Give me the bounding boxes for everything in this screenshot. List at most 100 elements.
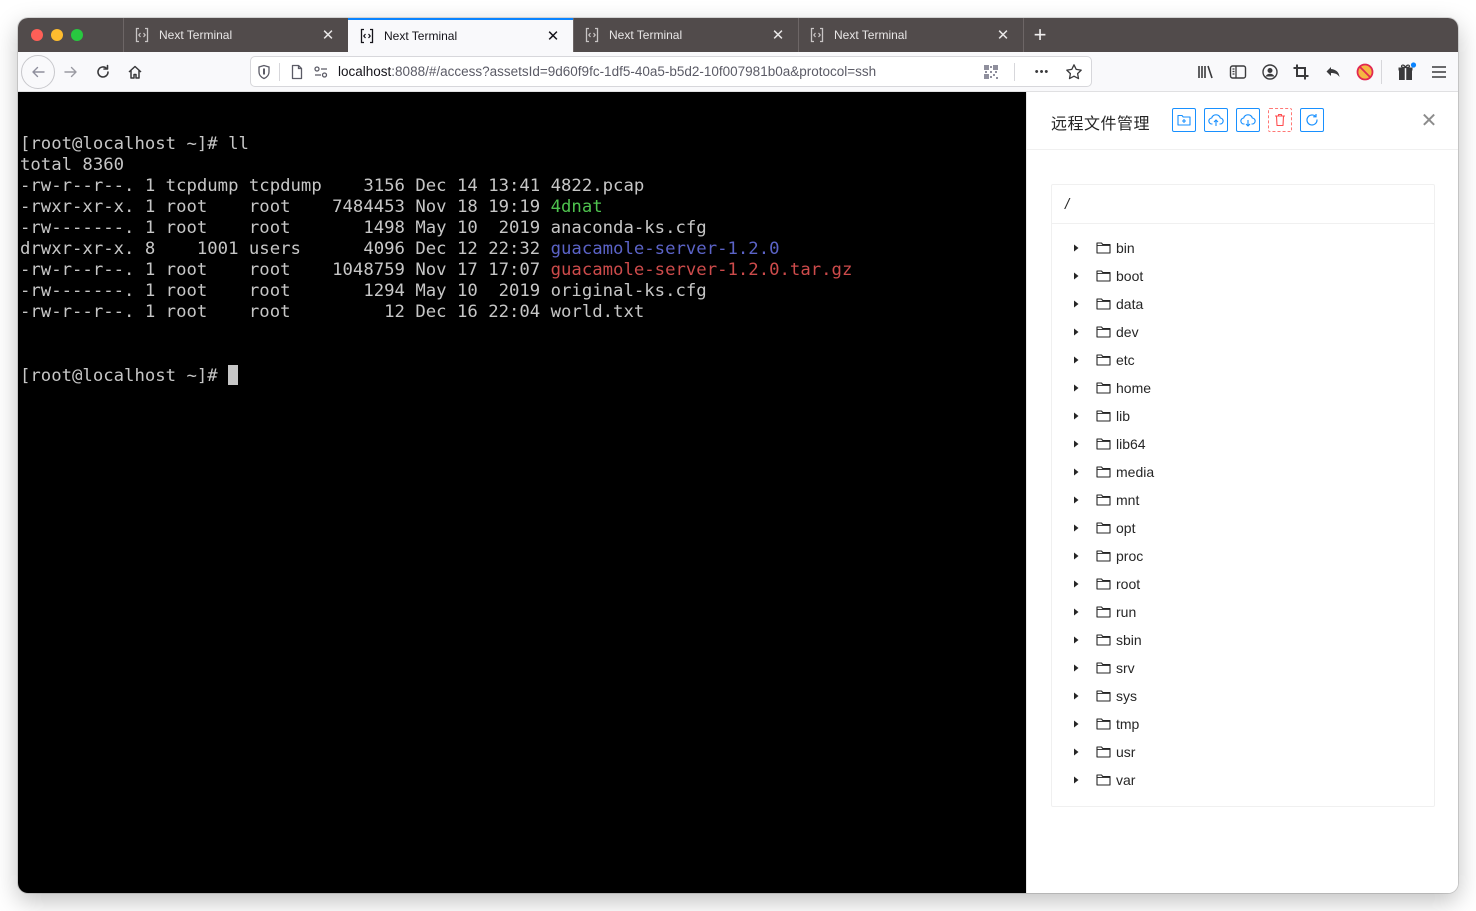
tab-close-button[interactable]: ✕	[768, 25, 788, 45]
folder-tree-node[interactable]: sys	[1052, 682, 1434, 710]
folder-tree-node[interactable]: home	[1052, 374, 1434, 402]
library-icon[interactable]	[1195, 61, 1217, 83]
tab-close-button[interactable]: ✕	[318, 25, 338, 45]
tab-title: Next Terminal	[609, 28, 683, 42]
whats-new-gift-icon[interactable]	[1396, 61, 1418, 83]
caret-right-icon[interactable]	[1064, 776, 1088, 784]
url-text[interactable]: localhost:8088/#/access?assetsId=9d60f9f…	[338, 64, 978, 79]
folder-tree-node[interactable]: sbin	[1052, 626, 1434, 654]
back-button[interactable]	[21, 55, 55, 89]
qr-code-icon[interactable]	[980, 61, 1002, 83]
folder-tree-node[interactable]: mnt	[1052, 486, 1434, 514]
caret-right-icon[interactable]	[1064, 720, 1088, 728]
folder-tree-node[interactable]: usr	[1052, 738, 1434, 766]
folder-tree-node[interactable]: lib	[1052, 402, 1434, 430]
folder-name: bin	[1116, 240, 1135, 256]
browser-tab[interactable]: Next Terminal ✕	[573, 18, 798, 52]
url-bar[interactable]: localhost:8088/#/access?assetsId=9d60f9f…	[250, 56, 1092, 87]
window-zoom-button[interactable]	[71, 29, 83, 41]
folder-tree-node[interactable]: bin	[1052, 234, 1434, 262]
folder-tree-node[interactable]: run	[1052, 598, 1434, 626]
folder-icon	[1096, 661, 1112, 675]
forward-button[interactable]	[55, 56, 87, 88]
reload-button[interactable]	[87, 56, 119, 88]
window-minimize-button[interactable]	[51, 29, 63, 41]
caret-right-icon[interactable]	[1064, 636, 1088, 644]
caret-right-icon[interactable]	[1064, 384, 1088, 392]
folder-tree-node[interactable]: proc	[1052, 542, 1434, 570]
page-actions-button[interactable]: •••	[1029, 61, 1055, 83]
caret-right-icon[interactable]	[1064, 272, 1088, 280]
folder-icon	[1096, 577, 1112, 591]
browser-tab[interactable]: Next Terminal ✕	[798, 18, 1023, 52]
folder-tree-node[interactable]: media	[1052, 458, 1434, 486]
terminal-favicon-icon	[585, 27, 599, 43]
folder-tree-node[interactable]: root	[1052, 570, 1434, 598]
caret-right-icon[interactable]	[1064, 496, 1088, 504]
browser-window: Next Terminal ✕ Next Terminal ✕ Next Termina…	[18, 18, 1458, 893]
folder-add-icon	[1177, 114, 1191, 126]
drawer-close-button[interactable]: ✕	[1418, 109, 1440, 132]
caret-right-icon[interactable]	[1064, 356, 1088, 364]
file-tree-card: / bin boot data dev etc home lib lib64 media mnt o…	[1051, 184, 1435, 807]
caret-right-icon[interactable]	[1064, 244, 1088, 252]
folder-tree-node[interactable]: lib64	[1052, 430, 1434, 458]
download-button[interactable]	[1236, 108, 1260, 132]
caret-right-icon[interactable]	[1064, 468, 1088, 476]
tab-close-button[interactable]: ✕	[543, 26, 563, 46]
url-path: :8088/#/access?assetsId=9d60f9fc-1df5-40…	[391, 64, 877, 79]
caret-right-icon[interactable]	[1064, 412, 1088, 420]
folder-icon	[1096, 269, 1112, 283]
browser-tab[interactable]: Next Terminal ✕	[348, 18, 573, 52]
terminal[interactable]: [root@localhost ~]# ll total 8360 -rw-r--r…	[18, 92, 1026, 893]
folder-tree-node[interactable]: boot	[1052, 262, 1434, 290]
arrow-left-icon	[32, 66, 45, 78]
folder-tree-node[interactable]: srv	[1052, 654, 1434, 682]
new-folder-button[interactable]	[1172, 108, 1196, 132]
terminal-text: -rw-------. 1 root root 1294 May 10 2019	[20, 281, 551, 301]
caret-right-icon[interactable]	[1064, 300, 1088, 308]
new-tab-button[interactable]: +	[1023, 18, 1057, 52]
folder-tree-node[interactable]: data	[1052, 290, 1434, 318]
terminal-line: [root@localhost ~]# ll	[20, 134, 1026, 155]
terminal-line: -rw-------. 1 root root 1294 May 10 2019…	[20, 281, 1026, 302]
window-close-button[interactable]	[31, 29, 43, 41]
caret-right-icon[interactable]	[1064, 748, 1088, 756]
caret-right-icon[interactable]	[1064, 440, 1088, 448]
home-button[interactable]	[119, 56, 151, 88]
caret-right-icon[interactable]	[1064, 692, 1088, 700]
tab-separator	[573, 18, 574, 52]
folder-tree-node[interactable]: opt	[1052, 514, 1434, 542]
browser-tab[interactable]: Next Terminal ✕	[123, 18, 348, 52]
tab-close-button[interactable]: ✕	[993, 25, 1013, 45]
upload-button[interactable]	[1204, 108, 1228, 132]
folder-tree-node[interactable]: var	[1052, 766, 1434, 794]
caret-right-icon[interactable]	[1064, 664, 1088, 672]
bookmark-star-icon[interactable]	[1063, 61, 1085, 83]
folder-icon	[1096, 521, 1112, 535]
caret-right-icon[interactable]	[1064, 328, 1088, 336]
page-info-icon[interactable]	[286, 61, 308, 83]
folder-tree-node[interactable]: etc	[1052, 346, 1434, 374]
caret-right-icon[interactable]	[1064, 608, 1088, 616]
terminal-text: -rwxr-xr-x. 1 root root 7484453 Nov 18 1…	[20, 197, 551, 217]
account-icon[interactable]	[1259, 61, 1281, 83]
undo-arrow-icon[interactable]	[1322, 61, 1344, 83]
folder-tree-node[interactable]: tmp	[1052, 710, 1434, 738]
permissions-icon[interactable]	[310, 61, 332, 83]
refresh-button[interactable]	[1300, 108, 1324, 132]
terminal-line: -rw-------. 1 root root 1498 May 10 2019…	[20, 218, 1026, 239]
caret-right-icon[interactable]	[1064, 580, 1088, 588]
folder-icon	[1096, 297, 1112, 311]
caret-right-icon[interactable]	[1064, 524, 1088, 532]
screenshot-crop-icon[interactable]	[1290, 61, 1312, 83]
terminal-filename: 4dnat	[550, 197, 603, 217]
tracking-shield-icon[interactable]	[253, 61, 275, 83]
hamburger-menu-icon[interactable]	[1428, 61, 1450, 83]
arrow-right-icon	[64, 66, 77, 78]
caret-right-icon[interactable]	[1064, 552, 1088, 560]
delete-button[interactable]	[1268, 108, 1292, 132]
sidebar-toggle-icon[interactable]	[1227, 61, 1249, 83]
folder-tree-node[interactable]: dev	[1052, 318, 1434, 346]
blocked-extension-icon[interactable]	[1354, 61, 1376, 83]
